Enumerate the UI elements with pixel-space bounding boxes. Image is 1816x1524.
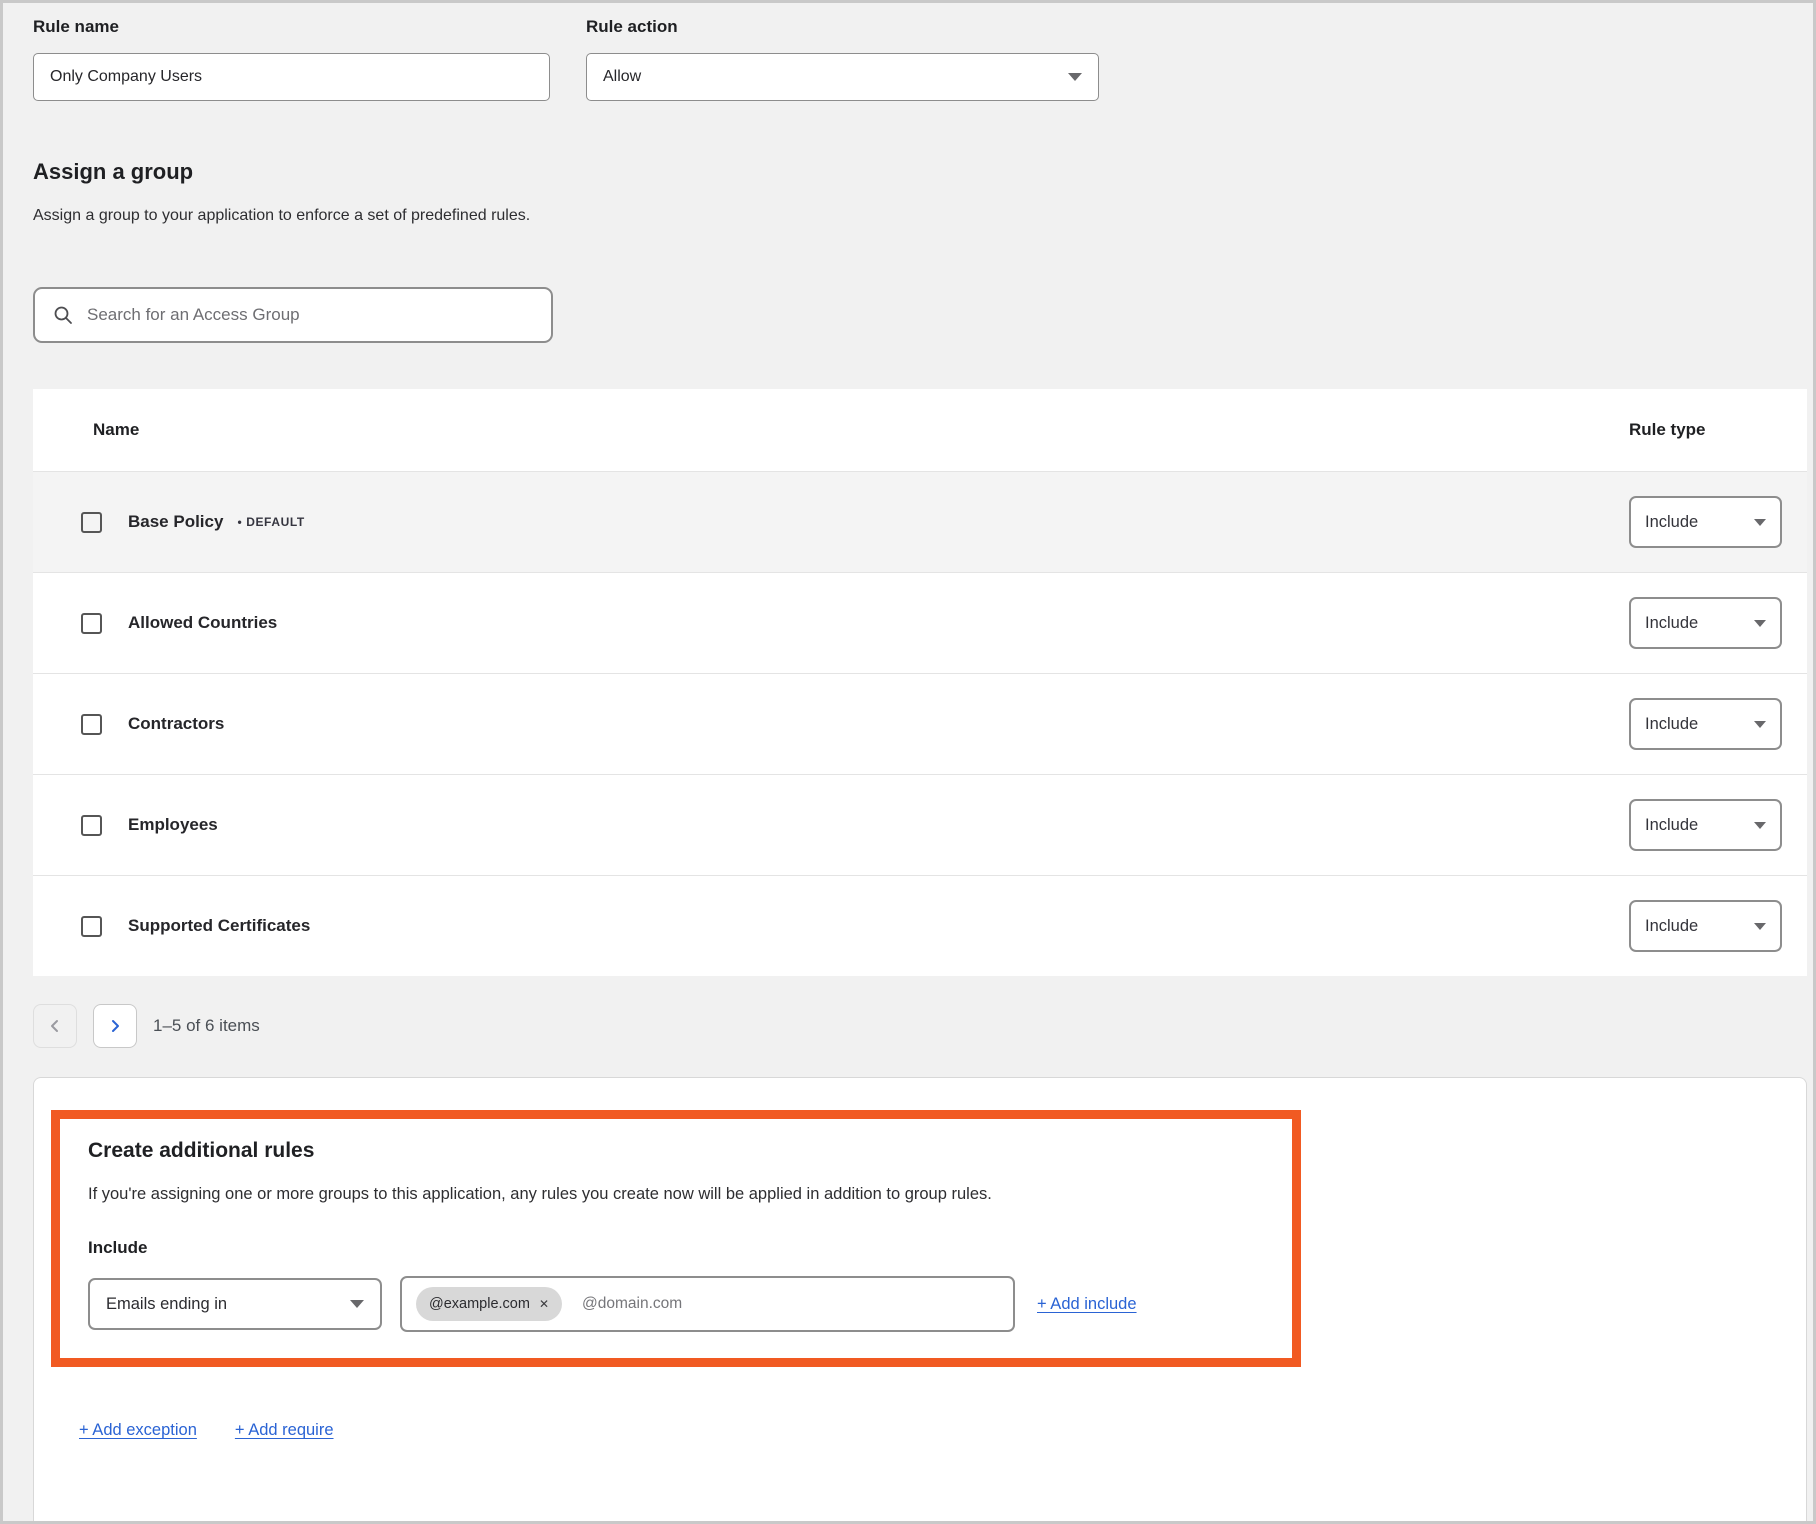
- row-name-cell: Allowed Countries: [33, 613, 1629, 634]
- rule-action-field: Rule action Allow: [586, 17, 1099, 101]
- additional-rules-heading: Create additional rules: [88, 1139, 1264, 1163]
- email-domain-input[interactable]: [582, 1295, 999, 1313]
- caret-down-icon: [1754, 923, 1766, 930]
- row-name: Base Policy: [128, 512, 223, 532]
- rule-name-field: Rule name: [33, 17, 550, 101]
- row-checkbox[interactable]: [81, 916, 102, 937]
- group-table-body: Base Policy • DEFAULT Include Allowed Co…: [33, 471, 1807, 976]
- table-row: Allowed Countries Include: [33, 572, 1807, 673]
- include-label: Include: [88, 1238, 1264, 1258]
- caret-down-icon: [350, 1300, 364, 1308]
- rule-type-cell: Include: [1629, 900, 1807, 952]
- add-exception-link[interactable]: + Add exception: [79, 1421, 197, 1440]
- row-checkbox[interactable]: [81, 815, 102, 836]
- rule-type-value: Include: [1645, 614, 1698, 633]
- rule-criteria-select[interactable]: Emails ending in: [88, 1278, 382, 1330]
- table-row: Supported Certificates Include: [33, 875, 1807, 976]
- rule-type-cell: Include: [1629, 597, 1807, 649]
- caret-down-icon: [1754, 519, 1766, 526]
- table-row: Employees Include: [33, 774, 1807, 875]
- row-name: Allowed Countries: [128, 613, 277, 633]
- table-row: Base Policy • DEFAULT Include: [33, 471, 1807, 572]
- rule-action-label: Rule action: [586, 17, 1099, 37]
- rule-type-select[interactable]: Include: [1629, 799, 1782, 851]
- assign-group-heading: Assign a group: [33, 159, 1807, 185]
- access-groups-table: Name Rule type Base Policy • DEFAULT Inc…: [33, 389, 1807, 976]
- search-icon: [53, 305, 73, 325]
- page: Rule name Rule action Allow Assign a gro…: [3, 17, 1813, 1523]
- row-name: Contractors: [128, 714, 224, 734]
- pagination-label: 1–5 of 6 items: [153, 1016, 260, 1036]
- email-domain-tag: @example.com ✕: [416, 1287, 562, 1321]
- rule-type-select[interactable]: Include: [1629, 597, 1782, 649]
- rule-type-value: Include: [1645, 715, 1698, 734]
- row-checkbox[interactable]: [81, 512, 102, 533]
- row-checkbox[interactable]: [81, 613, 102, 634]
- add-require-link[interactable]: + Add require: [235, 1421, 334, 1440]
- rule-name-input[interactable]: [33, 53, 550, 101]
- chevron-right-icon: [107, 1018, 123, 1034]
- row-name-cell: Employees: [33, 815, 1629, 836]
- assign-group-description: Assign a group to your application to en…: [33, 207, 1807, 225]
- search-input[interactable]: [87, 305, 533, 325]
- rule-criteria-value: Emails ending in: [106, 1295, 227, 1314]
- rule-type-select[interactable]: Include: [1629, 900, 1782, 952]
- row-name: Employees: [128, 815, 218, 835]
- remove-tag-icon[interactable]: ✕: [539, 1297, 549, 1311]
- rule-action-value: Allow: [603, 68, 641, 86]
- additional-rules-panel: Create additional rules If you're assign…: [33, 1077, 1807, 1523]
- table-header: Name Rule type: [33, 389, 1807, 471]
- row-badge: • DEFAULT: [237, 515, 304, 529]
- rule-type-cell: Include: [1629, 799, 1807, 851]
- chevron-left-icon: [47, 1018, 63, 1034]
- row-name-cell: Contractors: [33, 714, 1629, 735]
- rule-type-cell: Include: [1629, 496, 1807, 548]
- rule-type-value: Include: [1645, 513, 1698, 532]
- caret-down-icon: [1068, 73, 1082, 81]
- add-include-link[interactable]: + Add include: [1037, 1295, 1137, 1314]
- next-page-button[interactable]: [93, 1004, 137, 1048]
- table-row: Contractors Include: [33, 673, 1807, 774]
- caret-down-icon: [1754, 721, 1766, 728]
- rule-name-label: Rule name: [33, 17, 550, 37]
- rule-links-row: + Add exception + Add require: [51, 1421, 1789, 1440]
- rule-type-cell: Include: [1629, 698, 1807, 750]
- rule-type-select[interactable]: Include: [1629, 698, 1782, 750]
- include-rule-row: Emails ending in @example.com ✕ + Add in…: [88, 1276, 1264, 1332]
- rule-type-value: Include: [1645, 917, 1698, 936]
- additional-rules-description: If you're assigning one or more groups t…: [88, 1185, 1264, 1204]
- highlight-box: Create additional rules If you're assign…: [51, 1110, 1301, 1367]
- column-header-name: Name: [33, 420, 1629, 440]
- access-group-search[interactable]: [33, 287, 553, 343]
- tag-value: @example.com: [429, 1296, 530, 1312]
- email-domain-tag-input[interactable]: @example.com ✕: [400, 1276, 1015, 1332]
- row-name-cell: Supported Certificates: [33, 916, 1629, 937]
- rule-type-value: Include: [1645, 816, 1698, 835]
- row-name-cell: Base Policy • DEFAULT: [33, 512, 1629, 533]
- row-name: Supported Certificates: [128, 916, 310, 936]
- caret-down-icon: [1754, 620, 1766, 627]
- previous-page-button[interactable]: [33, 1004, 77, 1048]
- caret-down-icon: [1754, 822, 1766, 829]
- app-viewport: Rule name Rule action Allow Assign a gro…: [0, 0, 1816, 1524]
- rule-action-select[interactable]: Allow: [586, 53, 1099, 101]
- pagination: 1–5 of 6 items: [33, 1004, 1807, 1048]
- row-checkbox[interactable]: [81, 714, 102, 735]
- column-header-rule-type: Rule type: [1629, 420, 1807, 440]
- rule-type-select[interactable]: Include: [1629, 496, 1782, 548]
- rule-form: Rule name Rule action Allow: [33, 17, 1807, 101]
